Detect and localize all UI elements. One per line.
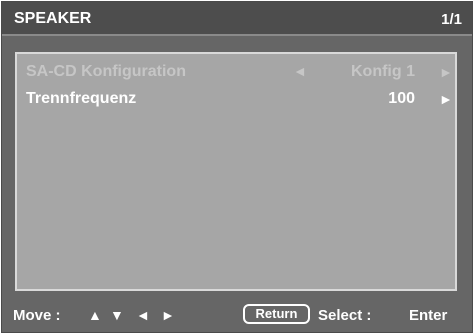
value-increase-icon: ► [439,64,453,80]
menu-item-trennfrequenz[interactable]: Trennfrequenz 100 ► [17,87,455,113]
value-decrease-icon: ◄ [293,63,307,79]
arrow-up-icon: ▲ [88,307,102,323]
menu-item-label: Trennfrequenz [26,90,137,107]
arrow-right-icon: ► [161,307,175,323]
header-bar: SPEAKER 1/1 [2,2,472,36]
arrow-left-icon: ◄ [136,307,150,323]
menu-item-value: Konfig 1 [351,63,415,80]
move-label: Move : [13,307,61,324]
enter-label: Enter [409,307,448,324]
return-button[interactable]: Return [243,304,310,324]
page-indicator: 1/1 [441,11,462,28]
select-label: Select : [318,307,372,324]
menu-item-value: 100 [388,90,415,107]
osd-screen: SPEAKER 1/1 SA-CD Konfiguration ◄ Konfig… [1,1,473,333]
menu-item-label: SA-CD Konfiguration [26,63,186,80]
arrow-down-icon: ▼ [110,307,124,323]
footer-bar: Move : ▲ ▼ ◄ ► Return Select : Enter [2,298,472,330]
page-title: SPEAKER [14,10,92,27]
menu-panel: SA-CD Konfiguration ◄ Konfig 1 ► Trennfr… [15,52,457,291]
value-increase-icon[interactable]: ► [439,91,453,107]
menu-item-sa-cd-konfiguration: SA-CD Konfiguration ◄ Konfig 1 ► [17,60,455,86]
